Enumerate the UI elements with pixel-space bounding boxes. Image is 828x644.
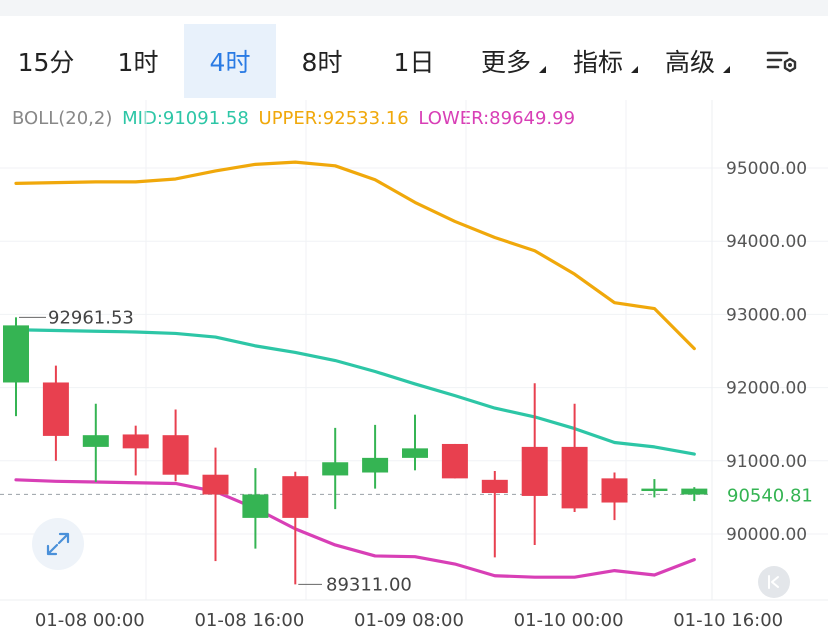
x-tick-label: 01-10 16:00 [673, 610, 783, 631]
collapse-left-icon [768, 575, 779, 589]
dropdown-caret-icon [539, 66, 546, 73]
candle-body [641, 488, 668, 492]
candle-body [3, 325, 29, 383]
tab-label: 1时 [117, 48, 159, 77]
tab-5[interactable]: 更多 [460, 24, 552, 98]
high-price-label: 92961.53 [48, 307, 134, 328]
candle-body [402, 448, 428, 458]
tab-3[interactable]: 8时 [276, 24, 368, 98]
tab-4[interactable]: 1日 [368, 24, 460, 98]
candle-body [122, 434, 149, 449]
candle-body [162, 435, 189, 475]
x-tick-label: 01-10 00:00 [514, 610, 624, 631]
candle-body [242, 494, 269, 518]
x-tick-label: 01-09 08:00 [354, 610, 464, 631]
y-tick-label: 91000.00 [726, 452, 807, 472]
candle-body [561, 446, 588, 509]
dropdown-caret-icon [631, 66, 638, 73]
tab-label: 4时 [209, 48, 251, 77]
candle-body [362, 457, 389, 473]
x-tick-label: 01-08 16:00 [194, 610, 304, 631]
chart-settings-button[interactable] [736, 24, 828, 98]
expand-button[interactable] [32, 518, 84, 570]
x-tick-label: 01-08 00:00 [35, 610, 145, 631]
tab-label: 15分 [17, 48, 75, 77]
expand-icon [46, 532, 70, 556]
tab-7[interactable]: 高级 [644, 24, 736, 98]
candle-body [601, 478, 628, 503]
low-price-label: 89311.00 [326, 574, 412, 595]
tab-0[interactable]: 15分 [0, 24, 92, 98]
candle-body [82, 435, 109, 447]
y-tick-label: 93000.00 [726, 305, 807, 325]
candle-body [681, 488, 708, 495]
tab-label: 1日 [393, 48, 435, 77]
boll-mid-line [14, 328, 696, 456]
candle-body [481, 479, 508, 494]
candle-body [282, 476, 309, 518]
tab-label: 8时 [301, 48, 343, 77]
top-strip [0, 0, 828, 16]
tab-1[interactable]: 1时 [92, 24, 184, 98]
tab-label: 更多 [480, 48, 531, 77]
chart-settings-icon [766, 51, 797, 73]
tab-2[interactable]: 4时 [184, 24, 276, 98]
interval-tabs: 15分 1时 4时 8时 1日 更多 指标 高级 [0, 24, 828, 98]
y-tick-label: 95000.00 [726, 159, 807, 179]
candle-body [521, 446, 548, 496]
candle-body [441, 443, 468, 479]
collapse-left-button[interactable] [758, 566, 790, 598]
candle-body [42, 382, 69, 436]
tab-label: 高级 [664, 48, 715, 77]
dropdown-caret-icon [723, 66, 730, 73]
candle-body [322, 462, 349, 476]
tab-6[interactable]: 指标 [552, 24, 644, 98]
tab-label: 指标 [572, 48, 623, 77]
current-price-label: 90540.81 [727, 485, 813, 506]
y-tick-label: 94000.00 [726, 232, 807, 252]
y-tick-label: 92000.00 [726, 379, 807, 399]
candle-body [202, 474, 229, 495]
candlestick-chart[interactable]: 95000.00 94000.00 93000.00 92000.00 91000.00… [0, 100, 828, 644]
y-tick-label: 90000.00 [726, 525, 807, 545]
